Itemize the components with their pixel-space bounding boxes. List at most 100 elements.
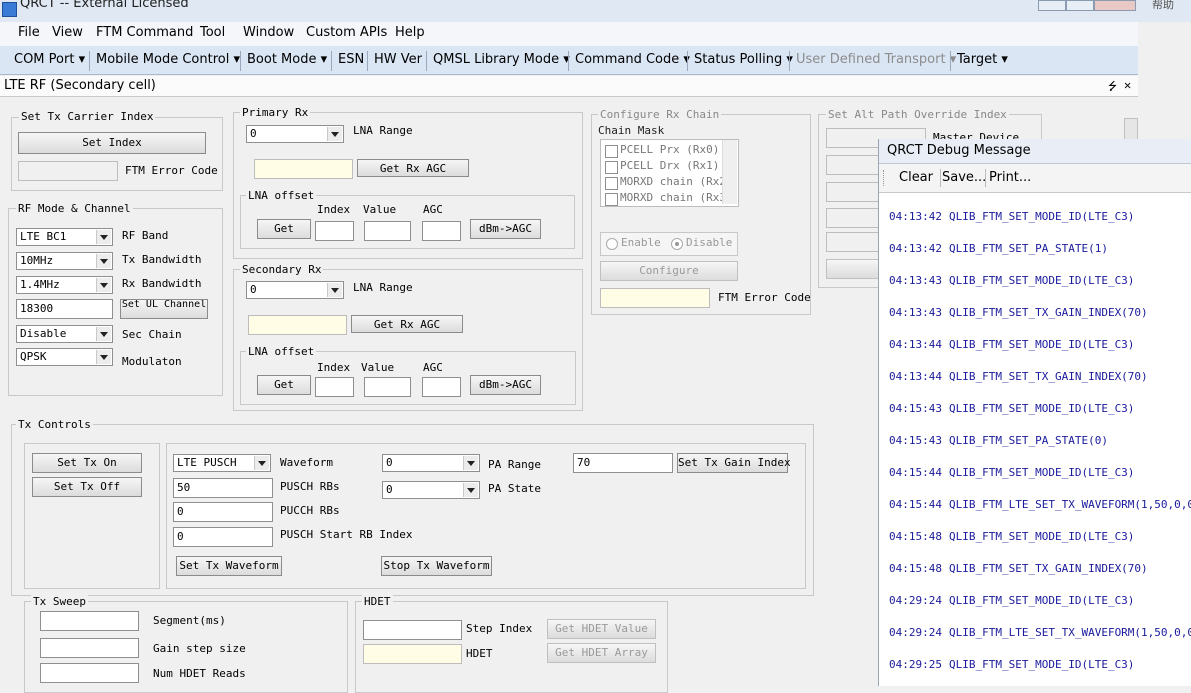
pucch-rbs-input[interactable]: 0 xyxy=(173,502,273,522)
tx-gain-index-input[interactable]: 70 xyxy=(573,453,673,473)
menu-file[interactable]: File xyxy=(18,25,40,40)
num-hdet-reads-input[interactable] xyxy=(40,663,139,683)
pin-icon[interactable]: ⭍ xyxy=(1108,78,1117,97)
secondary-get-button[interactable]: Get xyxy=(257,375,311,395)
rf-band-select[interactable]: LTE BC1 xyxy=(16,228,113,246)
group-label: Tx Sweep xyxy=(31,595,88,608)
close-window-button[interactable] xyxy=(1094,0,1136,11)
rx-bandwidth-label: Rx Bandwidth xyxy=(122,277,202,290)
set-tx-off-button[interactable]: Set Tx Off xyxy=(32,477,142,497)
chain-item-label: PCELL Prx (Rx0) xyxy=(620,143,720,156)
get-hdet-array-button[interactable]: Get HDET Array xyxy=(547,643,656,663)
secondary-index-input[interactable] xyxy=(315,377,354,397)
print-button[interactable]: Print... xyxy=(989,170,1031,185)
secondary-value-input[interactable] xyxy=(364,377,411,397)
toolbar-status-polling[interactable]: Status Polling ▾ xyxy=(694,52,793,67)
toolbar-qmsl-library-mode[interactable]: QMSL Library Mode ▾ xyxy=(433,52,570,67)
channel-input[interactable]: 18300 xyxy=(16,299,113,319)
stop-tx-waveform-button[interactable]: Stop Tx Waveform xyxy=(381,556,492,576)
primary-agc-field xyxy=(254,159,353,179)
value-label: Value xyxy=(363,203,397,216)
tx-bandwidth-select[interactable]: 10MHz xyxy=(16,252,113,270)
toolbar-boot-mode[interactable]: Boot Mode ▾ xyxy=(247,52,327,67)
agc-label: AGC xyxy=(423,361,443,374)
set-index-button[interactable]: Set Index xyxy=(18,132,206,154)
pusch-rbs-input[interactable]: 50 xyxy=(173,478,273,498)
primary-get-button[interactable]: Get xyxy=(257,219,311,239)
enable-radio[interactable] xyxy=(606,238,618,250)
segment-input[interactable] xyxy=(40,611,139,631)
modulation-select[interactable]: QPSK xyxy=(16,348,113,366)
set-tx-waveform-button[interactable]: Set Tx Waveform xyxy=(176,556,282,576)
secondary-dbm-agc-button[interactable]: dBm->AGC xyxy=(470,375,541,395)
list-scrollbar[interactable] xyxy=(722,140,737,204)
menu-bar: File View FTM Command Tool Window Custom… xyxy=(0,22,1138,47)
chain-checkbox[interactable] xyxy=(605,193,618,206)
debug-window: QRCT Debug Message Clear Save... Print..… xyxy=(878,139,1191,686)
menu-custom-apis[interactable]: Custom APIs xyxy=(306,25,387,40)
index-label: Index xyxy=(317,361,351,374)
secondary-get-rx-agc-button[interactable]: Get Rx AGC xyxy=(351,315,463,333)
maximize-button[interactable] xyxy=(1066,0,1094,11)
clear-button[interactable]: Clear xyxy=(899,170,933,185)
sec-chain-select[interactable]: Disable xyxy=(16,325,113,343)
group-label: RF Mode & Channel xyxy=(16,202,133,215)
menu-tool[interactable]: Tool xyxy=(200,25,225,40)
primary-index-input[interactable] xyxy=(315,221,354,241)
primary-agc-input[interactable] xyxy=(422,221,461,241)
waveform-select[interactable]: LTE PUSCH xyxy=(173,454,271,472)
save-button[interactable]: Save... xyxy=(942,170,986,185)
gain-step-label: Gain step size xyxy=(153,642,246,655)
gain-step-input[interactable] xyxy=(40,638,139,658)
toolbar-com-port[interactable]: COM Port ▾ xyxy=(14,52,85,67)
menu-window[interactable]: Window xyxy=(243,25,294,40)
debug-toolbar: Clear Save... Print... xyxy=(879,164,1191,193)
primary-lna-range-select[interactable]: 0 xyxy=(246,125,344,143)
group-label: Set Alt Path Override Index xyxy=(826,108,1009,121)
log-entry: 04:13:43 QLIB_FTM_SET_MODE_ID(LTE_C3) xyxy=(889,274,1135,287)
pusch-start-rb-input[interactable]: 0 xyxy=(173,527,273,547)
configure-button[interactable]: Configure xyxy=(600,261,738,281)
toolbar-command-code[interactable]: Command Code ▾ xyxy=(575,52,690,67)
group-label: Set Tx Carrier Index xyxy=(19,110,156,123)
menu-view[interactable]: View xyxy=(52,25,83,40)
chain-item-label: PCELL Drx (Rx1) xyxy=(620,159,720,172)
primary-get-rx-agc-button[interactable]: Get Rx AGC xyxy=(357,159,469,177)
set-tx-on-button[interactable]: Set Tx On xyxy=(32,453,142,473)
toolbar-hw-ver[interactable]: HW Ver xyxy=(374,52,422,67)
set-tx-gain-index-button[interactable]: Set Tx Gain Index xyxy=(677,453,791,473)
toolbar-esn[interactable]: ESN xyxy=(338,52,364,67)
pucch-rbs-label: PUCCH RBs xyxy=(280,504,340,517)
minimize-button[interactable] xyxy=(1038,0,1066,11)
step-index-input[interactable] xyxy=(363,620,462,640)
disable-radio[interactable] xyxy=(671,238,683,250)
log-entry: 04:15:43 QLIB_FTM_SET_PA_STATE(0) xyxy=(889,434,1108,447)
close-panel-icon[interactable]: ✕ xyxy=(1124,78,1131,92)
toolbar-mobile-mode-control[interactable]: Mobile Mode Control ▾ xyxy=(96,52,240,67)
menu-help[interactable]: Help xyxy=(395,25,425,40)
group-label: LNA offset xyxy=(246,345,317,358)
primary-value-input[interactable] xyxy=(364,221,411,241)
log-entry: 04:13:42 QLIB_FTM_SET_PA_STATE(1) xyxy=(889,242,1108,255)
secondary-agc-input[interactable] xyxy=(422,377,461,397)
primary-dbm-agc-button[interactable]: dBm->AGC xyxy=(470,219,541,239)
chain-checkbox[interactable] xyxy=(605,161,618,174)
set-ul-channel-button[interactable]: Set UL Channel xyxy=(120,299,208,319)
toolbar-user-defined-transport[interactable]: User Defined Transport ▾ xyxy=(796,52,956,67)
group-label: Secondary Rx xyxy=(240,263,324,276)
chain-checkbox[interactable] xyxy=(605,145,618,158)
get-hdet-value-button[interactable]: Get HDET Value xyxy=(547,619,656,639)
menu-ftm-command[interactable]: FTM Command xyxy=(96,25,193,40)
pa-range-select[interactable]: 0 xyxy=(382,454,480,472)
rx-bandwidth-select[interactable]: 1.4MHz xyxy=(16,276,113,294)
chain-checkbox[interactable] xyxy=(605,177,618,190)
hdet-label: HDET xyxy=(466,647,493,660)
help-corner-text[interactable]: 帮助 xyxy=(1152,0,1174,12)
toolbar-target[interactable]: Target ▾ xyxy=(957,52,1008,67)
index-label: Index xyxy=(317,203,351,216)
pa-state-select[interactable]: 0 xyxy=(382,481,480,499)
log-entry: 04:29:24 QLIB_FTM_LTE_SET_TX_WAVEFORM(1,5… xyxy=(889,626,1191,639)
alt-path-button[interactable] xyxy=(826,259,886,279)
secondary-lna-range-select[interactable]: 0 xyxy=(246,281,344,299)
chain-mask-list[interactable]: PCELL Prx (Rx0) PCELL Drx (Rx1) MORXD ch… xyxy=(600,139,739,207)
